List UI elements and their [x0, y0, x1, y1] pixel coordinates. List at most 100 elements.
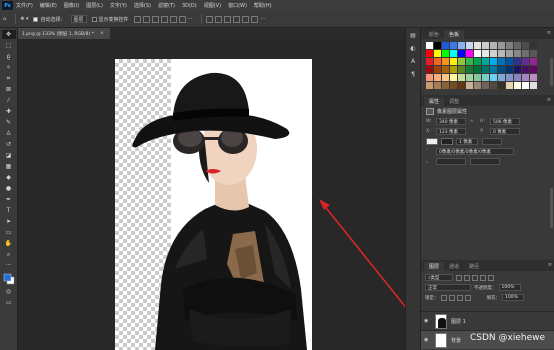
- color-swatch[interactable]: [506, 50, 513, 57]
- filter-adjust-icon[interactable]: [464, 274, 470, 281]
- eye-icon[interactable]: ◉: [424, 318, 431, 324]
- color-swatch[interactable]: [522, 58, 529, 65]
- color-swatch[interactable]: [474, 74, 481, 81]
- color-swatch[interactable]: [474, 82, 481, 89]
- magic-wand-icon[interactable]: ✧: [2, 63, 16, 72]
- layer-kind-filter[interactable]: ⌕ 类型: [425, 274, 453, 281]
- color-swatch[interactable]: [530, 58, 537, 65]
- tab-adjustments[interactable]: 调整: [444, 97, 464, 106]
- document-tab[interactable]: 1.png @ 133% (图层 1, RGB/8) * ×: [18, 28, 110, 39]
- color-swatch[interactable]: [498, 82, 505, 89]
- menu-layer[interactable]: 图层(L): [86, 2, 103, 9]
- color-swatch[interactable]: [498, 50, 505, 57]
- path-select-icon[interactable]: ➤: [2, 217, 16, 226]
- more-tools-icon[interactable]: ···: [2, 261, 16, 270]
- color-swatch[interactable]: [490, 58, 497, 65]
- color-swatch[interactable]: [530, 42, 537, 49]
- auto-select-option[interactable]: 自动选择：: [33, 16, 66, 23]
- lasso-tool-icon[interactable]: ϱ: [2, 52, 16, 61]
- color-swatch[interactable]: [450, 42, 457, 49]
- zoom-tool-icon[interactable]: ⌕: [2, 250, 16, 259]
- tab-properties[interactable]: 属性: [424, 97, 445, 106]
- color-swatch[interactable]: [466, 82, 473, 89]
- menu-view[interactable]: 视图(V): [204, 2, 221, 9]
- color-swatch[interactable]: [522, 82, 529, 89]
- color-swatch[interactable]: [442, 74, 449, 81]
- color-swatch[interactable]: [506, 82, 513, 89]
- close-icon[interactable]: ×: [100, 31, 104, 36]
- align-middle-icon[interactable]: [169, 15, 177, 23]
- color-swatch[interactable]: [514, 58, 521, 65]
- panel-menu-icon[interactable]: ≡: [547, 97, 551, 103]
- color-swatch[interactable]: [434, 50, 441, 57]
- show-transform-option[interactable]: 显示变换控件: [91, 16, 129, 23]
- color-swatch[interactable]: [426, 74, 433, 81]
- distribute-icon[interactable]: [215, 15, 223, 23]
- color-swatch[interactable]: [442, 42, 449, 49]
- auto-select-dropdown[interactable]: 图层: [70, 15, 87, 23]
- menu-3d[interactable]: 3D(D): [182, 3, 197, 9]
- eye-icon[interactable]: ◉: [424, 337, 431, 343]
- corner-radius-field[interactable]: 0像素/0像素/0像素/0像素: [436, 148, 514, 155]
- tab-channels[interactable]: 通道: [444, 262, 464, 271]
- lock-artboard-icon[interactable]: [456, 294, 463, 301]
- color-swatch[interactable]: [482, 50, 489, 57]
- stroke-style-field[interactable]: [482, 138, 502, 145]
- color-swatch[interactable]: [490, 50, 497, 57]
- menu-edit[interactable]: 编辑(E): [40, 2, 57, 9]
- show-transform-checkbox[interactable]: [91, 16, 97, 22]
- color-swatch[interactable]: [498, 66, 505, 73]
- color-swatch[interactable]: [434, 74, 441, 81]
- color-swatch[interactable]: [514, 74, 521, 81]
- x-field[interactable]: 123 像素: [436, 128, 466, 135]
- more-options-icon[interactable]: ···: [260, 16, 265, 22]
- stroke-width-field[interactable]: 1 像素: [456, 138, 478, 145]
- color-swatch[interactable]: [458, 58, 465, 65]
- color-swatch[interactable]: [474, 58, 481, 65]
- color-swatch[interactable]: [506, 74, 513, 81]
- home-icon[interactable]: ⌂: [3, 16, 6, 22]
- hand-tool-icon[interactable]: ✋: [2, 239, 16, 248]
- color-swatch[interactable]: [458, 50, 465, 57]
- distribute-icon[interactable]: [224, 15, 232, 23]
- color-swatch[interactable]: [426, 58, 433, 65]
- color-swatch[interactable]: [426, 66, 433, 73]
- color-swatch[interactable]: [498, 42, 505, 49]
- color-swatch[interactable]: [522, 66, 529, 73]
- menu-window[interactable]: 窗口(W): [228, 2, 247, 9]
- menu-select[interactable]: 选择(S): [134, 2, 151, 9]
- panel-menu-icon[interactable]: ≡: [548, 262, 552, 268]
- layer-name[interactable]: 背景: [451, 337, 461, 344]
- color-swatch[interactable]: [442, 82, 449, 89]
- color-swatch[interactable]: [522, 50, 529, 57]
- crop-tool-icon[interactable]: ⌗: [2, 74, 16, 83]
- distribute-icon[interactable]: [251, 15, 259, 23]
- clone-stamp-icon[interactable]: ♙: [2, 129, 16, 138]
- color-swatch[interactable]: [514, 50, 521, 57]
- move-tool-icon[interactable]: ✥: [1, 30, 16, 39]
- color-swatch[interactable]: [466, 74, 473, 81]
- color-swatch[interactable]: [482, 66, 489, 73]
- dodge-tool-icon[interactable]: ●: [2, 184, 16, 193]
- color-swatch[interactable]: [482, 58, 489, 65]
- color-swatch[interactable]: [450, 50, 457, 57]
- blend-mode-dropdown[interactable]: 正常: [425, 284, 471, 291]
- menu-help[interactable]: 帮助(H): [254, 2, 272, 9]
- width-field[interactable]: 340 像素: [436, 118, 466, 125]
- color-swatch[interactable]: [506, 42, 513, 49]
- color-swatch[interactable]: [458, 42, 465, 49]
- link-icon[interactable]: ∞: [470, 119, 478, 124]
- color-swatch[interactable]: [450, 66, 457, 73]
- color-swatch[interactable]: [442, 50, 449, 57]
- color-swatch[interactable]: [474, 42, 481, 49]
- color-swatch[interactable]: [498, 74, 505, 81]
- document-canvas[interactable]: [115, 59, 312, 350]
- color-swatch[interactable]: [482, 74, 489, 81]
- color-swatch[interactable]: [434, 58, 441, 65]
- color-swatch[interactable]: [442, 66, 449, 73]
- color-swatch[interactable]: [442, 58, 449, 65]
- color-swatch-icon[interactable]: [2, 272, 16, 285]
- canvas-area[interactable]: [18, 39, 420, 350]
- color-swatch[interactable]: [458, 82, 465, 89]
- color-swatch[interactable]: [514, 42, 521, 49]
